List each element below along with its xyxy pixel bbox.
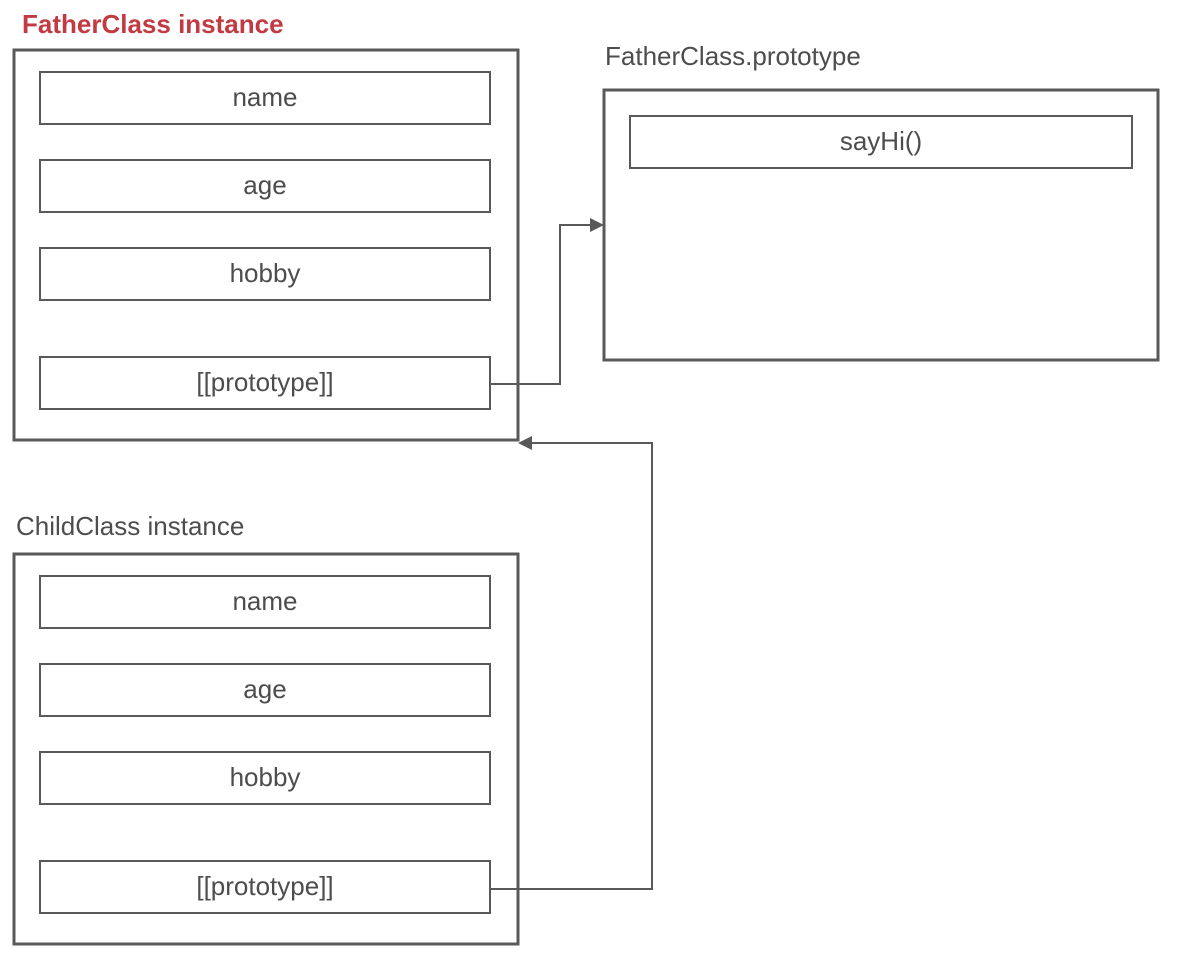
child-instance-prop-prototype: [[prototype]] bbox=[196, 871, 333, 901]
father-instance-prop-age: age bbox=[243, 170, 286, 200]
child-instance-title: ChildClass instance bbox=[16, 511, 244, 541]
child-instance-prop-name: name bbox=[232, 586, 297, 616]
father-instance-prop-name: name bbox=[232, 82, 297, 112]
conn-child-father bbox=[490, 443, 652, 889]
father-instance-prop-prototype: [[prototype]] bbox=[196, 367, 333, 397]
prototype-diagram: FatherClass instance name age hobby [[pr… bbox=[0, 0, 1199, 965]
arrowhead-father-proto bbox=[590, 218, 604, 232]
child-instance-prop-age: age bbox=[243, 674, 286, 704]
conn-father-proto bbox=[490, 225, 594, 384]
father-prototype-title: FatherClass.prototype bbox=[605, 41, 861, 71]
child-instance-prop-hobby: hobby bbox=[230, 762, 301, 792]
father-instance-prop-hobby: hobby bbox=[230, 258, 301, 288]
father-prototype-prop-sayhi: sayHi() bbox=[840, 126, 922, 156]
father-instance-title: FatherClass instance bbox=[22, 9, 284, 39]
arrowhead-child-father bbox=[518, 436, 532, 450]
